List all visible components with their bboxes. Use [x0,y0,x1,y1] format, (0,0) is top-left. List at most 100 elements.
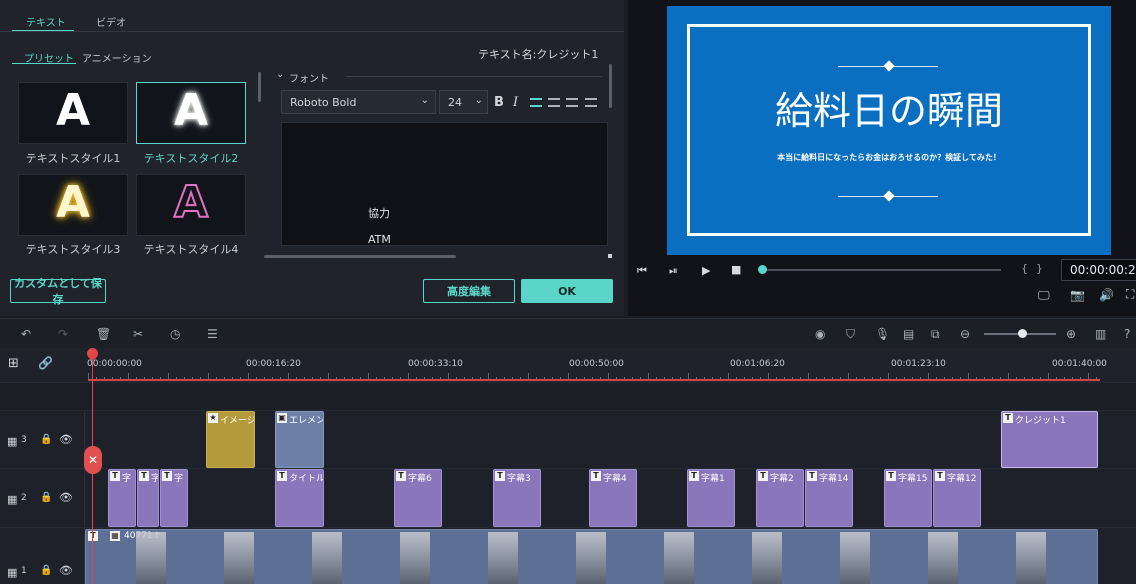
delete-icon[interactable]: 🗑 [96,327,111,341]
text-line: 協力 [368,207,390,220]
timeline-ruler[interactable]: ⊞ 🔗 00:00:00:00 00:00:16:20 00:00:33:10 … [0,348,1136,382]
tab-text[interactable]: テキスト [26,14,66,29]
subtitle-clip[interactable]: T 字幕4 [589,469,637,527]
track-label: 3 [21,435,27,445]
text-input-area[interactable]: 協力 ATM [281,122,608,246]
style-label-1: テキストスタイル1 [25,152,121,165]
resize-handle-icon[interactable] [608,254,612,258]
monitor-icon[interactable]: 🖵 [1038,288,1050,303]
eye-icon[interactable]: 👁 [59,433,73,446]
playback-progress[interactable] [761,269,1001,271]
subtitle-clip[interactable]: T字 [160,469,188,527]
text-icon: T [88,531,98,541]
subtitle-clip[interactable]: T 字幕2 [756,469,804,527]
clip-label: 字幕12 [947,474,977,484]
subtitle-clip[interactable]: T 字幕15 [884,469,932,527]
video-thumbnail [400,532,430,584]
horizontal-scrollbar[interactable] [264,255,456,258]
eye-icon[interactable]: 👁 [59,564,73,577]
advanced-edit-button[interactable]: 高度編集 [423,279,515,303]
credit-clip[interactable]: T クレジット1 [1001,411,1098,468]
columns-icon[interactable]: ▥ [1095,327,1106,341]
align-center-icon[interactable] [548,98,560,107]
zoom-in-icon[interactable]: ⊕ [1066,327,1076,341]
marker-icon[interactable]: ⛉ [846,327,855,342]
undo-icon[interactable]: ↶ [21,327,31,341]
help-icon[interactable]: ? [1124,327,1130,341]
align-right-icon[interactable] [566,98,578,107]
mark-in-icon[interactable]: { [1021,262,1028,275]
subtitle-clip[interactable]: T 字幕3 [493,469,541,527]
eye-icon[interactable]: 👁 [59,491,73,504]
divider [0,31,624,32]
style-card-1[interactable]: A [18,82,128,144]
razor-cut-icon[interactable]: ✕ [84,446,102,474]
cut-icon[interactable]: ✂ [133,327,143,341]
link-icon[interactable]: 🔗 [38,356,53,370]
clip-label: 字幕6 [408,474,432,484]
clock-icon[interactable]: ◷ [170,327,180,341]
play-icon[interactable]: ▶ [702,264,710,277]
font-size-select[interactable]: 24 ⌄ [439,90,488,114]
lock-icon[interactable]: 🔒 [40,492,52,503]
style-card-4[interactable]: A [136,174,246,236]
subtab-animation[interactable]: アニメーション [82,50,152,65]
subtitle-clip[interactable]: T字 [108,469,136,527]
subtitle-clip[interactable]: T 字幕6 [394,469,442,527]
text-icon: T [758,471,768,481]
element-clip[interactable]: ▣ エレメン [275,411,324,468]
next-frame-icon[interactable]: ⏯ [669,264,678,278]
preview-title: 給料日の瞬間 [774,89,1003,133]
clip-label: 字幕1 [701,474,725,484]
mark-out-icon[interactable]: } [1036,262,1043,275]
camera-icon[interactable]: 📷 [1070,288,1085,302]
adjust-icon[interactable]: ☰ [207,327,218,341]
add-track-icon[interactable]: ⊞ [8,356,19,371]
subtitle-clip[interactable]: T 字幕14 [805,469,853,527]
video-thumbnail [576,532,606,584]
settings-scrollbar[interactable] [609,64,612,108]
prev-frame-icon[interactable]: ⏮ [637,264,647,278]
text-icon: T [935,471,945,481]
ok-button[interactable]: OK [521,279,613,303]
align-justify-icon[interactable] [585,98,597,107]
volume-icon[interactable]: 🔊 [1099,288,1114,302]
zoom-slider-handle[interactable] [1018,329,1027,338]
film-icon: ▦ [7,493,18,506]
subtitle-clip[interactable]: T字 [137,469,159,527]
save-custom-button[interactable]: カスタムとして保存 [10,277,106,306]
stop-icon[interactable]: ■ [731,263,741,276]
video-clip[interactable]: T ▦ 40771.t [85,529,1098,584]
image-clip[interactable]: ★ イメージ [206,411,255,468]
microphone-icon[interactable]: 🎙 [875,327,890,341]
split-screen-icon[interactable]: ⧉ [931,327,940,342]
redo-icon[interactable]: ↷ [58,327,68,341]
text-icon: T [495,471,505,481]
style-card-2[interactable]: A [136,82,246,144]
timecode-label: 00:00:33:10 [408,359,463,369]
track-label: 2 [21,493,27,503]
lock-icon[interactable]: 🔒 [40,565,52,576]
align-left-icon[interactable] [530,98,542,107]
film-icon: ▦ [110,531,120,541]
timecode-label: 00:00:50:00 [569,359,624,369]
zoom-out-icon[interactable]: ⊖ [960,327,970,341]
bold-icon[interactable]: B [494,95,504,110]
chevron-down-icon[interactable]: ⌄ [276,69,284,80]
style-card-3[interactable]: A [18,174,128,236]
track-spacer [0,382,1136,410]
render-icon[interactable]: ◉ [815,327,825,341]
film-icon: ▦ [7,566,18,579]
subtitle-clip[interactable]: T 字幕12 [933,469,981,527]
subtitle-clip[interactable]: T 字幕1 [687,469,735,527]
title-clip[interactable]: T タイトル [275,469,324,527]
text-icon: T [162,471,172,481]
italic-icon[interactable]: I [513,95,518,110]
lock-icon[interactable]: 🔒 [40,434,52,445]
voiceover-icon[interactable]: ▤ [903,327,914,341]
playhead-handle[interactable] [758,265,767,274]
presets-scrollbar[interactable] [258,72,261,102]
tab-video[interactable]: ビデオ [96,14,126,29]
fullscreen-icon[interactable]: ⛶ [1126,287,1134,302]
font-family-select[interactable]: Roboto Bold ⌄ [281,90,436,114]
